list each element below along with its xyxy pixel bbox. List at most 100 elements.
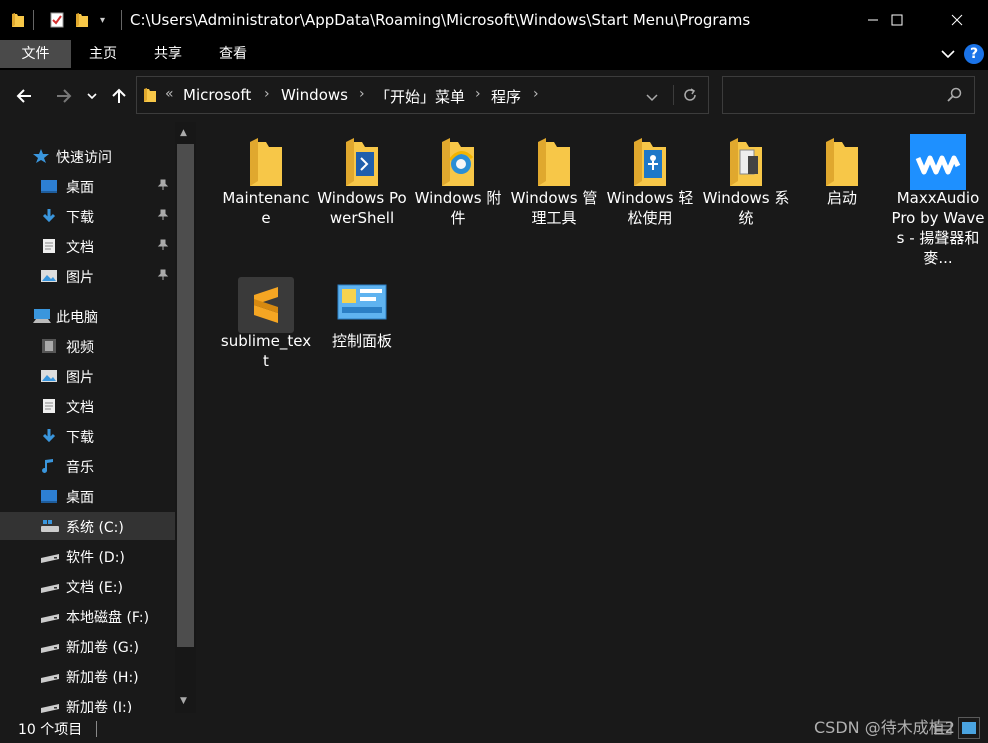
pin-icon[interactable] bbox=[157, 209, 169, 225]
watermark: CSDN @待木成植2 bbox=[814, 718, 955, 737]
tab-view[interactable]: 查看 bbox=[208, 40, 258, 68]
file-item[interactable]: Windows 管理工具 bbox=[506, 122, 602, 262]
breadcrumb-overflow[interactable]: « bbox=[165, 86, 174, 102]
large-icons-view-button[interactable] bbox=[958, 717, 980, 739]
file-item[interactable]: 控制面板 bbox=[314, 265, 410, 405]
sidebar-item-label: 音乐 bbox=[66, 460, 94, 476]
file-name: 启动 bbox=[826, 189, 857, 207]
file-item[interactable]: sublime_text bbox=[218, 265, 314, 405]
file-item[interactable]: MaxxAudio Pro by Waves - 揚聲器和麥... bbox=[890, 122, 986, 267]
close-icon bbox=[951, 14, 963, 26]
sidebar-item-label: 文档 bbox=[66, 240, 94, 256]
chevron-right-icon[interactable]: › bbox=[264, 86, 270, 102]
arrow-right-icon bbox=[57, 89, 72, 103]
sidebar-item[interactable]: 新加卷 (I:) bbox=[0, 692, 175, 713]
file-item[interactable]: Windows 系统 bbox=[698, 122, 794, 262]
sidebar-item[interactable]: 下载 bbox=[0, 202, 175, 230]
refresh-button[interactable] bbox=[681, 86, 699, 108]
document-icon bbox=[40, 398, 58, 414]
ie-folder-icon bbox=[428, 134, 488, 190]
search-icon[interactable] bbox=[947, 87, 963, 107]
file-item[interactable]: Windows 轻松使用 bbox=[602, 122, 698, 262]
computer-icon bbox=[32, 308, 51, 324]
sidebar-item[interactable]: 视频 bbox=[0, 332, 175, 360]
sidebar-item[interactable]: 图片 bbox=[0, 262, 175, 290]
sidebar-item[interactable]: 此电脑 bbox=[0, 302, 175, 330]
sidebar-item-label: 快速访问 bbox=[56, 150, 112, 166]
file-name: Windows 附件 bbox=[414, 189, 502, 227]
tab-home[interactable]: 主页 bbox=[78, 40, 128, 68]
address-dropdown-button[interactable] bbox=[645, 89, 659, 108]
search-input[interactable] bbox=[722, 76, 975, 114]
maximize-button[interactable] bbox=[874, 0, 920, 40]
file-name: 控制面板 bbox=[331, 332, 392, 350]
folder-icon bbox=[236, 134, 296, 190]
file-name: Maintenance bbox=[222, 189, 310, 227]
sidebar-item-label: 本地磁盘 (F:) bbox=[66, 610, 150, 626]
window-title: C:\Users\Administrator\AppData\Roaming\M… bbox=[130, 11, 751, 29]
sidebar-item[interactable]: 下载 bbox=[0, 422, 175, 450]
large-icons-view-icon bbox=[962, 722, 976, 734]
tab-share[interactable]: 共享 bbox=[143, 40, 193, 68]
scroll-down-icon[interactable]: ▼ bbox=[180, 696, 187, 706]
breadcrumb-item[interactable]: 「开始」菜单 bbox=[375, 86, 465, 107]
ribbon: 文件 主页 共享 查看 ? bbox=[0, 40, 988, 70]
tab-file[interactable]: 文件 bbox=[0, 40, 71, 68]
chevron-down-icon bbox=[941, 50, 955, 59]
system-drive-icon bbox=[40, 518, 59, 534]
recent-locations-button[interactable] bbox=[84, 84, 100, 108]
sidebar-item-label: 图片 bbox=[66, 270, 94, 286]
chevron-right-icon[interactable]: › bbox=[359, 86, 365, 102]
sidebar-item-label: 桌面 bbox=[66, 180, 94, 196]
pin-icon[interactable] bbox=[157, 269, 169, 285]
sidebar-item[interactable]: 桌面 bbox=[0, 172, 175, 200]
new-folder-icon[interactable] bbox=[74, 10, 90, 30]
chevron-right-icon[interactable]: › bbox=[533, 86, 539, 102]
chevron-right-icon[interactable]: › bbox=[475, 86, 481, 102]
file-item[interactable]: Windows 附件 bbox=[410, 122, 506, 262]
sidebar-item[interactable]: 文档 (E:) bbox=[0, 572, 175, 600]
breadcrumb-item[interactable]: Microsoft bbox=[183, 86, 251, 104]
folder-icon bbox=[143, 87, 157, 107]
address-bar[interactable]: « Microsoft › Windows › 「开始」菜单 › 程序 › bbox=[136, 76, 709, 114]
help-icon[interactable]: ? bbox=[964, 44, 984, 64]
customize-toolbar-icon[interactable]: ▾ bbox=[100, 10, 105, 30]
sidebar-item[interactable]: 本地磁盘 (F:) bbox=[0, 602, 175, 630]
title-bar: ▾ C:\Users\Administrator\AppData\Roaming… bbox=[0, 0, 988, 40]
sidebar-item-label: 新加卷 (I:) bbox=[66, 700, 133, 713]
sidebar-item-label: 软件 (D:) bbox=[66, 550, 125, 566]
up-button[interactable] bbox=[107, 84, 131, 108]
sidebar-item[interactable]: 文档 bbox=[0, 392, 175, 420]
file-name: Windows 管理工具 bbox=[510, 189, 598, 227]
file-name: sublime_text bbox=[220, 332, 312, 370]
file-item[interactable]: Windows PowerShell bbox=[314, 122, 410, 262]
back-button[interactable] bbox=[12, 84, 36, 108]
scroll-up-icon[interactable]: ▲ bbox=[180, 128, 187, 138]
toolbar-divider bbox=[121, 10, 122, 30]
file-item[interactable]: Maintenance bbox=[218, 122, 314, 262]
sidebar-item[interactable]: 快速访问 bbox=[0, 142, 175, 170]
pin-icon[interactable] bbox=[157, 179, 169, 195]
sidebar-item[interactable]: 音乐 bbox=[0, 452, 175, 480]
file-name: Windows PowerShell bbox=[317, 189, 407, 227]
forward-button[interactable] bbox=[52, 84, 76, 108]
sidebar-item[interactable]: 软件 (D:) bbox=[0, 542, 175, 570]
breadcrumb-item[interactable]: Windows bbox=[281, 86, 348, 104]
sidebar-item[interactable]: 文档 bbox=[0, 232, 175, 260]
pin-icon[interactable] bbox=[157, 239, 169, 255]
breadcrumb-item[interactable]: 程序 bbox=[491, 86, 521, 107]
waves-app-icon bbox=[908, 134, 968, 190]
sidebar-item[interactable]: 图片 bbox=[0, 362, 175, 390]
sidebar-scroll-thumb[interactable] bbox=[177, 144, 194, 647]
sidebar-item-label: 下载 bbox=[66, 430, 94, 446]
file-item[interactable]: 启动 bbox=[794, 122, 890, 262]
sidebar-item[interactable]: 新加卷 (H:) bbox=[0, 662, 175, 690]
sidebar-item[interactable]: 系统 (C:) bbox=[0, 512, 175, 540]
properties-icon[interactable] bbox=[48, 10, 66, 30]
sidebar-item[interactable]: 桌面 bbox=[0, 482, 175, 510]
arrow-up-icon bbox=[112, 88, 126, 103]
close-button[interactable] bbox=[934, 0, 980, 40]
arrow-left-icon bbox=[16, 89, 31, 103]
sidebar-item[interactable]: 新加卷 (G:) bbox=[0, 632, 175, 660]
expand-ribbon-button[interactable] bbox=[940, 46, 956, 66]
